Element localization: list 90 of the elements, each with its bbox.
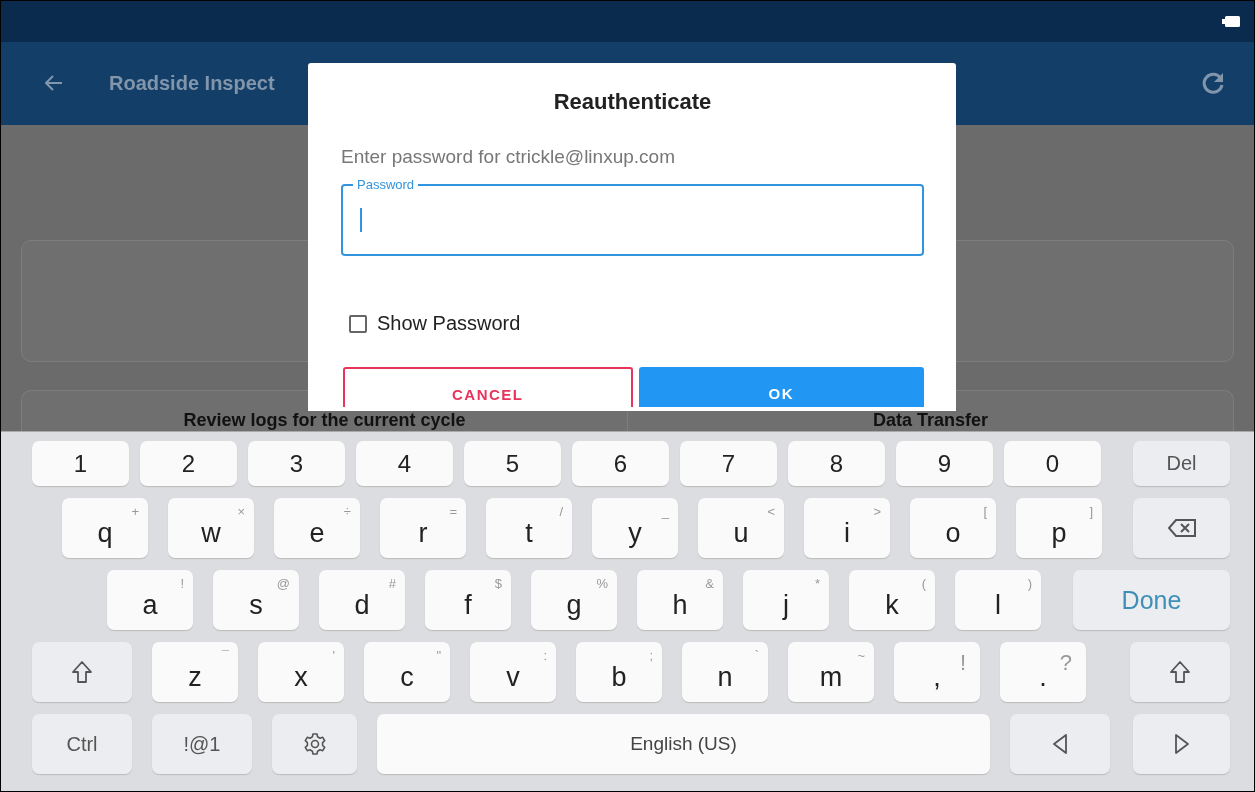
key-hint: " [436, 648, 441, 664]
key[interactable]: w × [168, 498, 254, 559]
key-hint: ( [921, 576, 926, 592]
key[interactable]: x ' [258, 642, 344, 703]
key[interactable]: u < [698, 498, 784, 559]
key-hint: / [559, 504, 563, 520]
key-hint: > [873, 504, 881, 520]
key[interactable]: z ¯ [152, 642, 238, 703]
key-hint: ! [180, 576, 184, 592]
key[interactable]: Del [1133, 441, 1230, 487]
dialog-title: Reauthenticate [552, 89, 713, 115]
key[interactable]: r = [380, 498, 466, 559]
key[interactable]: 6 [572, 441, 669, 487]
key[interactable]: Ctrl [32, 714, 132, 775]
key[interactable]: j * [743, 570, 829, 631]
key[interactable]: s @ [213, 570, 299, 631]
backspace-icon [1166, 518, 1197, 539]
key[interactable]: p ] [1016, 498, 1102, 559]
key-hint: # [388, 576, 396, 592]
key[interactable]: f $ [425, 570, 511, 631]
key-hint: * [814, 576, 820, 592]
key[interactable]: o [ [910, 498, 996, 559]
key-hint: % [596, 576, 608, 592]
key-hint: + [131, 504, 139, 520]
key[interactable]: y _ [592, 498, 678, 559]
text-cursor [360, 208, 362, 232]
key-hint: ` [754, 648, 759, 664]
dialog-message: Enter password for ctrickle@linxup.com [341, 146, 676, 168]
key[interactable]: t / [486, 498, 572, 559]
key-hint: ] [1089, 504, 1093, 520]
key[interactable]: 4 [356, 441, 453, 487]
key[interactable] [1133, 498, 1230, 559]
key-hint: ! [959, 650, 966, 677]
key-hint: $ [494, 576, 502, 592]
key[interactable]: 9 [896, 441, 993, 487]
key[interactable]: q + [62, 498, 148, 559]
key[interactable]: b ; [576, 642, 662, 703]
key-hint: ; [649, 648, 653, 664]
key-hint: ) [1027, 576, 1032, 592]
key-hint: = [449, 504, 457, 520]
key[interactable]: v : [470, 642, 556, 703]
key[interactable]: l ) [955, 570, 1041, 631]
key[interactable]: !@1 [152, 714, 252, 775]
key[interactable]: 8 [788, 441, 885, 487]
battery-icon [1222, 15, 1240, 27]
key-hint: ¯ [221, 648, 229, 664]
key[interactable]: h & [637, 570, 723, 631]
checkbox-label[interactable]: Show Password [377, 312, 521, 335]
key[interactable]: m ~ [788, 642, 874, 703]
key-hint: _ [661, 504, 669, 520]
card-title: Review logs for the current cycle [182, 409, 467, 432]
refresh-icon[interactable] [1200, 70, 1226, 97]
key-hint: ÷ [343, 504, 351, 520]
key[interactable]: g % [531, 570, 617, 631]
space-bar[interactable]: English (US) [377, 714, 990, 775]
key[interactable]: 1 [32, 441, 129, 487]
shift-icon [71, 660, 93, 685]
key[interactable]: d # [319, 570, 405, 631]
key[interactable]: 7 [680, 441, 777, 487]
key-hint: & [705, 576, 714, 592]
back-arrow-icon[interactable] [45, 75, 63, 92]
key[interactable]: 3 [248, 441, 345, 487]
card-title: Data Transfer [871, 409, 990, 432]
key[interactable]: 0 [1004, 441, 1101, 487]
key[interactable]: . ? [1000, 642, 1086, 703]
cancel-button[interactable]: CANCEL [343, 367, 633, 407]
settings-icon [302, 732, 327, 757]
screen-title: Roadside Inspect [109, 71, 275, 95]
key[interactable]: c " [364, 642, 450, 703]
key[interactable]: a ! [107, 570, 193, 631]
key-hint: ' [332, 648, 335, 664]
shift-icon [1169, 660, 1191, 685]
key-hint: @ [276, 576, 290, 592]
key[interactable]: e ÷ [274, 498, 360, 559]
key[interactable]: 2 [140, 441, 237, 487]
left-arrow-icon [1052, 733, 1068, 756]
key[interactable]: k ( [849, 570, 935, 631]
key-hint: ? [1059, 650, 1072, 677]
checkbox[interactable] [349, 314, 367, 333]
key[interactable]: n ` [682, 642, 768, 703]
key-hint: ~ [857, 648, 865, 664]
key[interactable]: 5 [464, 441, 561, 487]
key-hint: × [237, 504, 245, 520]
key[interactable]: , ! [894, 642, 980, 703]
right-arrow-icon [1173, 733, 1190, 756]
key-hint: < [767, 504, 775, 520]
key[interactable] [272, 714, 357, 775]
key[interactable]: i > [804, 498, 890, 559]
key-hint: : [543, 648, 547, 664]
key-hint: [ [983, 504, 987, 520]
